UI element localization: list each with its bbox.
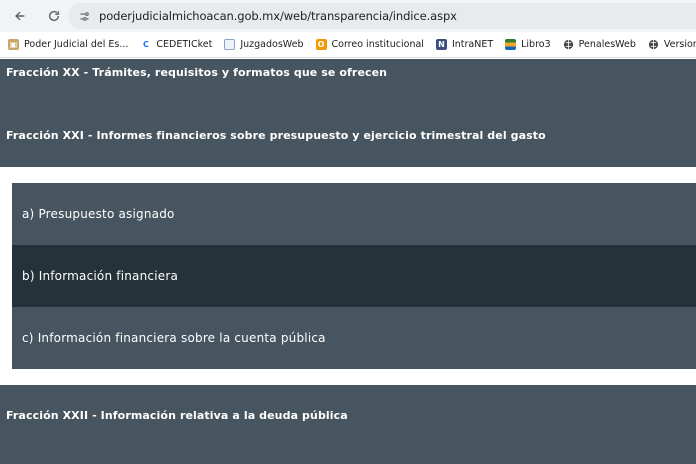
- submenu-item-presupuesto-asignado[interactable]: a) Presupuesto asignado: [12, 183, 696, 245]
- submenu-item-label: b) Información financiera: [22, 269, 179, 283]
- bookmark-juzgadosweb[interactable]: JuzgadosWeb: [224, 39, 304, 50]
- fraccion-xx-label: Fracción XX - Trámites, requisitos y for…: [6, 66, 388, 79]
- back-icon[interactable]: [9, 5, 31, 27]
- bookmark-label: JuzgadosWeb: [240, 39, 304, 50]
- bookmark-versiones-publicas[interactable]: Versiones Públic: [648, 39, 696, 50]
- bookmark-label: PenalesWeb: [578, 39, 636, 50]
- bookmark-label: IntraNET: [451, 39, 494, 50]
- globe-icon: [563, 39, 574, 50]
- bookmarks-bar: ▣ Poder Judicial del Es... C CEDETICket …: [0, 32, 696, 58]
- fraccion-xxii-item[interactable]: Fracción XXII - Información relativa a l…: [0, 385, 696, 464]
- bookmark-label: Poder Judicial del Es...: [24, 39, 129, 50]
- intranet-icon: N: [435, 39, 447, 50]
- bookmark-poder-judicial[interactable]: ▣ Poder Judicial del Es...: [8, 39, 128, 50]
- fraccion-xxi-item[interactable]: Fracción XXI - Informes financieros sobr…: [0, 121, 696, 167]
- bookmark-label: Libro3: [521, 39, 551, 50]
- pj-logo-icon: ▣: [8, 39, 19, 50]
- fraccion-xxi-submenu: a) Presupuesto asignado b) Información f…: [12, 183, 696, 369]
- mail-icon: O: [315, 39, 327, 50]
- reload-icon[interactable]: [43, 5, 65, 27]
- bookmark-penalesweb[interactable]: PenalesWeb: [563, 39, 636, 50]
- bookmark-libro3[interactable]: Libro3: [505, 39, 551, 50]
- submenu-item-informacion-financiera[interactable]: b) Información financiera: [12, 245, 696, 307]
- cedeticket-logo-icon: C: [142, 40, 149, 49]
- fraccion-xxii-label: Fracción XXII - Información relativa a l…: [6, 409, 348, 422]
- submenu-item-cuenta-publica[interactable]: c) Información financiera sobre la cuent…: [12, 307, 696, 369]
- url-text: poderjudicialmichoacan.gob.mx/web/transp…: [99, 9, 457, 23]
- submenu-item-label: c) Información financiera sobre la cuent…: [22, 331, 326, 345]
- bookmark-intranet[interactable]: N IntraNET: [435, 39, 494, 50]
- books-icon: [505, 39, 517, 50]
- bookmark-label: Correo institucional: [331, 39, 424, 50]
- bookmark-cedeticket[interactable]: C CEDETICket: [140, 39, 212, 50]
- fraccion-xx-item[interactable]: Fracción XX - Trámites, requisitos y for…: [0, 59, 696, 121]
- bookmark-label: CEDETICket: [156, 39, 213, 50]
- bookmark-label: Versiones Públic: [663, 39, 696, 50]
- transparency-page: Fracción XX - Trámites, requisitos y for…: [0, 59, 696, 464]
- bookmark-correo-institucional[interactable]: O Correo institucional: [315, 39, 424, 50]
- globe-icon: [648, 39, 659, 50]
- site-info-icon[interactable]: [73, 5, 95, 27]
- fraccion-xxi-label: Fracción XXI - Informes financieros sobr…: [6, 129, 546, 142]
- submenu-item-label: a) Presupuesto asignado: [22, 207, 175, 221]
- browser-toolbar: poderjudicialmichoacan.gob.mx/web/transp…: [0, 0, 696, 32]
- address-bar[interactable]: poderjudicialmichoacan.gob.mx/web/transp…: [68, 3, 696, 29]
- document-icon: [224, 39, 236, 50]
